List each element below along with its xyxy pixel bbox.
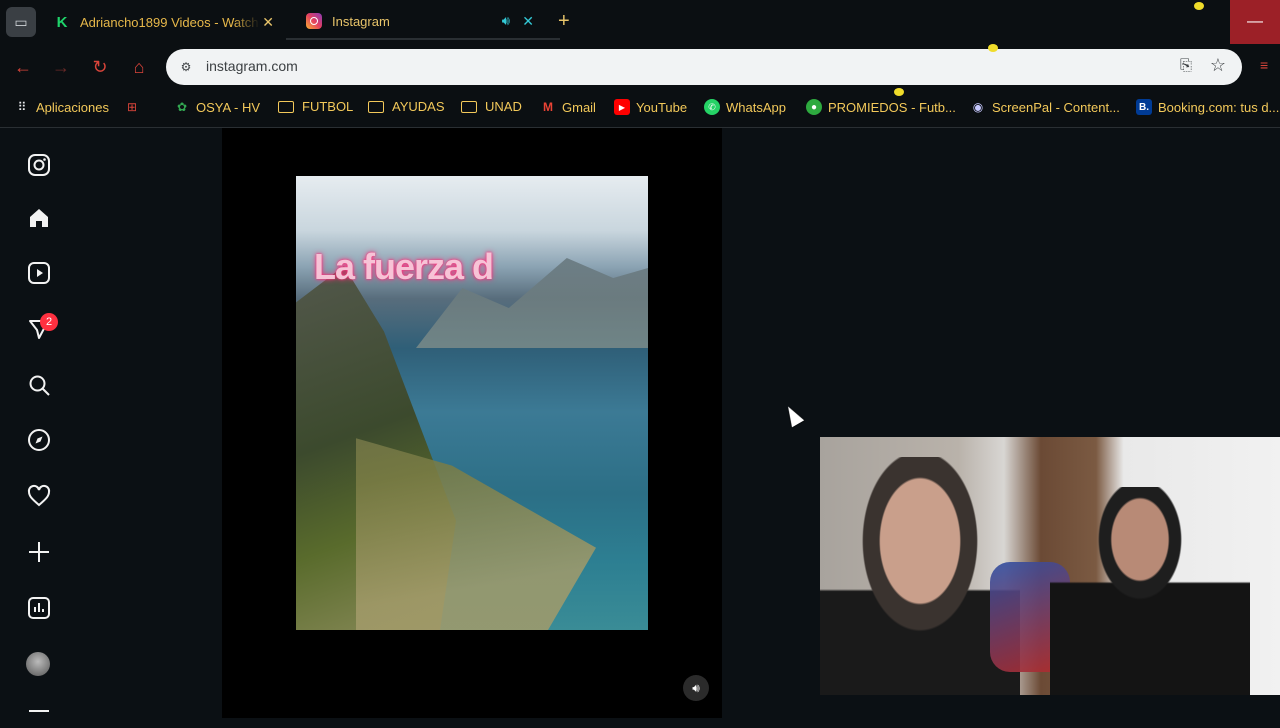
home-icon[interactable]: ⌂ xyxy=(128,56,150,78)
bookmark-futbol[interactable]: FUTBOL xyxy=(278,99,353,114)
bookmark-label: FUTBOL xyxy=(302,99,354,114)
close-icon[interactable]: ✕ xyxy=(262,14,274,31)
tab-adriancho-videos[interactable]: K Adriancho1899 Videos - Watch ✕ xyxy=(46,4,286,40)
bookmark-booking[interactable]: B. Booking.com: tus d... xyxy=(1136,99,1279,115)
tab-instagram[interactable]: Instagram 🔊︎ ✕ xyxy=(286,4,560,40)
create-plus-icon[interactable] xyxy=(26,539,52,565)
bookmark-label: Aplicaciones xyxy=(36,99,109,115)
mouse-cursor-icon xyxy=(782,403,805,428)
bookmark-ayudas[interactable]: AYUDAS xyxy=(368,99,445,114)
tab-search-button[interactable]: ▭ xyxy=(6,7,36,37)
bookmark-label: YouTube xyxy=(636,99,688,115)
bookmark-unad[interactable]: UNAD xyxy=(461,99,522,114)
webcam-overlay xyxy=(820,437,1280,695)
speaker-icon[interactable]: 🔊︎ xyxy=(502,13,510,29)
bookmark-aplicaciones[interactable]: ⠿ Aplicaciones xyxy=(14,99,109,115)
overlay-blob xyxy=(894,88,904,96)
tab-search-icon: ▭ xyxy=(14,13,28,30)
bookmark-osya-hv[interactable]: ✿ OSYA - HV xyxy=(174,99,260,115)
bookmark-youtube[interactable]: ▶ YouTube xyxy=(614,99,687,115)
tab-title: Adriancho1899 Videos - Watch xyxy=(80,14,259,30)
webcam-person-right xyxy=(1050,487,1250,695)
heart-icon[interactable] xyxy=(26,483,52,509)
osya-icon: ✿ xyxy=(176,100,188,114)
audio-toggle-button[interactable]: 🔊︎ xyxy=(683,675,709,701)
bookmark-label: PROMIEDOS - Futb... xyxy=(828,99,956,115)
tab-strip: ▭ K Adriancho1899 Videos - Watch ✕ Insta… xyxy=(0,0,1280,44)
screenpal-icon: ◉ xyxy=(972,100,984,114)
gmail-icon: M xyxy=(543,100,553,114)
site-info-icon[interactable]: ⚙ xyxy=(176,57,196,77)
install-app-icon[interactable]: ⎘ xyxy=(1180,57,1192,74)
url-text[interactable]: instagram.com xyxy=(206,58,298,74)
speaker-icon: 🔊︎ xyxy=(692,680,700,695)
overlay-blob xyxy=(988,44,998,52)
search-icon[interactable] xyxy=(26,372,52,398)
browser-toolbar: ← → ↻ ⌂ ⚙ instagram.com ⎘ ☆ ≡ xyxy=(0,44,1280,90)
reload-icon[interactable]: ↻ xyxy=(89,56,111,78)
bookmark-label: WhatsApp xyxy=(726,99,786,115)
kick-favicon-icon: K xyxy=(56,13,68,31)
instagram-logo-icon[interactable] xyxy=(26,152,52,178)
bookmark-grid[interactable]: ⊞ xyxy=(124,99,146,115)
instagram-sidebar: 2 xyxy=(0,128,76,720)
bookmark-gmail[interactable]: M Gmail xyxy=(540,99,596,115)
folder-icon xyxy=(278,100,294,113)
bookmark-promiedos[interactable]: ● PROMIEDOS - Futb... xyxy=(806,99,956,115)
explore-compass-icon[interactable] xyxy=(26,427,52,453)
bookmark-star-icon[interactable]: ☆ xyxy=(1210,55,1226,76)
media-controls-icon[interactable]: ≡ xyxy=(1260,57,1268,73)
address-bar[interactable]: ⚙ instagram.com ⎘ ☆ xyxy=(166,49,1242,85)
back-arrow-icon[interactable]: ← xyxy=(12,56,34,78)
youtube-icon: ▶ xyxy=(614,99,630,115)
instagram-favicon-icon xyxy=(306,13,322,29)
bookmark-screenpal[interactable]: ◉ ScreenPal - Content... xyxy=(970,99,1120,115)
folder-icon xyxy=(368,100,384,113)
reel-caption: La fuerza d xyxy=(314,246,494,287)
whatsapp-icon: ✆ xyxy=(704,99,720,115)
tab-title: Instagram xyxy=(332,13,390,29)
home-icon[interactable] xyxy=(26,205,52,231)
minimize-button[interactable]: — xyxy=(1230,0,1280,44)
bookmark-label: ScreenPal - Content... xyxy=(992,99,1120,115)
bookmark-whatsapp[interactable]: ✆ WhatsApp xyxy=(704,99,786,115)
bookmark-label: UNAD xyxy=(485,99,522,114)
new-tab-button[interactable]: + xyxy=(558,10,570,33)
overlay-blob xyxy=(1194,2,1204,10)
bookmark-label: OSYA - HV xyxy=(196,99,261,115)
close-icon[interactable]: ✕ xyxy=(522,13,534,30)
bookmark-label: Gmail xyxy=(562,99,596,115)
reels-icon[interactable] xyxy=(26,260,52,286)
bookmark-label: Booking.com: tus d... xyxy=(1158,99,1280,115)
bookmarks-bar: ⠿ Aplicaciones ⊞ ✿ OSYA - HV FUTBOL AYUD… xyxy=(0,90,1280,128)
soccer-ball-icon: ● xyxy=(806,99,822,115)
menu-hamburger-icon[interactable] xyxy=(26,702,52,728)
bookmark-label: AYUDAS xyxy=(392,99,445,114)
apps-grid-icon: ⠿ xyxy=(17,100,27,114)
reel-viewer: La fuerza d 🔊︎ xyxy=(222,128,722,718)
booking-icon: B. xyxy=(1136,99,1152,115)
grid-icon: ⊞ xyxy=(126,100,138,114)
profile-avatar[interactable] xyxy=(26,652,50,676)
insights-chart-icon[interactable] xyxy=(26,595,52,621)
forward-arrow-icon[interactable]: → xyxy=(50,56,72,78)
notification-badge: 2 xyxy=(40,313,58,331)
folder-icon xyxy=(461,100,477,113)
reel-video[interactable]: La fuerza d xyxy=(296,176,648,630)
